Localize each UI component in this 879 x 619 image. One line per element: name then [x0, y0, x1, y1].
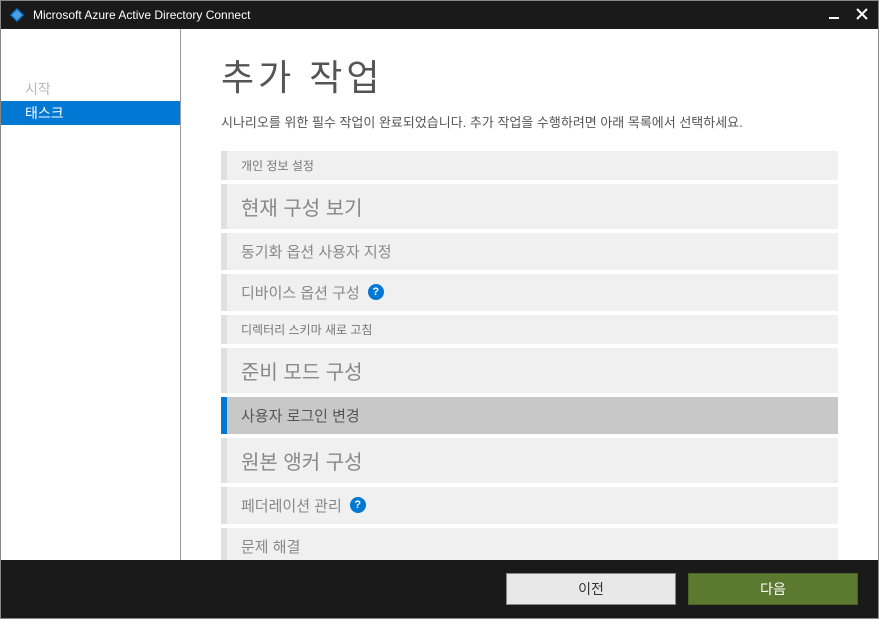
- content-area: 시작 태스크 추가 작업 시나리오를 위한 필수 작업이 완료되었습니다. 추가…: [1, 29, 878, 560]
- page-subtitle: 시나리오를 위한 필수 작업이 완료되었습니다. 추가 작업을 수행하려면 아래…: [221, 113, 838, 133]
- window-controls: [826, 7, 870, 23]
- titlebar: Microsoft Azure Active Directory Connect: [1, 1, 878, 29]
- task-label: 사용자 로그인 변경: [241, 405, 360, 426]
- task-refresh-schema[interactable]: 디렉터리 스키마 새로 고침: [221, 315, 838, 344]
- task-label: 문제 해결: [241, 536, 300, 557]
- close-button[interactable]: [854, 7, 870, 23]
- task-label: 동기화 옵션 사용자 지정: [241, 241, 392, 262]
- minimize-button[interactable]: [826, 7, 842, 23]
- sidebar: 시작 태스크: [1, 29, 181, 560]
- task-label: 디렉터리 스키마 새로 고침: [241, 321, 372, 338]
- task-source-anchor[interactable]: 원본 앵커 구성: [221, 438, 838, 483]
- page-title: 추가 작업: [221, 49, 838, 101]
- task-staging-mode[interactable]: 준비 모드 구성: [221, 348, 838, 393]
- task-label: 현재 구성 보기: [241, 192, 363, 221]
- task-device-options[interactable]: 디바이스 옵션 구성 ?: [221, 274, 838, 311]
- task-privacy-settings[interactable]: 개인 정보 설정: [221, 151, 838, 180]
- task-change-signin[interactable]: 사용자 로그인 변경: [221, 397, 838, 434]
- app-icon: [9, 7, 25, 23]
- task-federation[interactable]: 페더레이션 관리 ?: [221, 487, 838, 524]
- sidebar-item-label: 시작: [25, 81, 51, 97]
- task-label: 준비 모드 구성: [241, 356, 363, 385]
- window-title: Microsoft Azure Active Directory Connect: [33, 8, 826, 22]
- task-list: 개인 정보 설정 현재 구성 보기 동기화 옵션 사용자 지정 디바이스 옵션 …: [221, 151, 838, 561]
- app-window: Microsoft Azure Active Directory Connect…: [0, 0, 879, 619]
- task-label: 원본 앵커 구성: [241, 446, 363, 475]
- task-label: 개인 정보 설정: [241, 157, 314, 174]
- previous-button[interactable]: 이전: [506, 573, 676, 605]
- task-label: 페더레이션 관리: [241, 495, 342, 516]
- next-button[interactable]: 다음: [688, 573, 858, 605]
- sidebar-item-label: 태스크: [25, 105, 64, 121]
- task-label: 디바이스 옵션 구성: [241, 282, 360, 303]
- main-content: 추가 작업 시나리오를 위한 필수 작업이 완료되었습니다. 추가 작업을 수행…: [181, 29, 878, 560]
- sidebar-item-tasks[interactable]: 태스크: [1, 101, 180, 125]
- help-icon[interactable]: ?: [368, 284, 384, 300]
- task-customize-sync[interactable]: 동기화 옵션 사용자 지정: [221, 233, 838, 270]
- footer: 이전 다음: [1, 560, 878, 618]
- task-troubleshoot[interactable]: 문제 해결: [221, 528, 838, 561]
- help-icon[interactable]: ?: [350, 497, 366, 513]
- task-view-config[interactable]: 현재 구성 보기: [221, 184, 838, 229]
- sidebar-item-start[interactable]: 시작: [1, 77, 180, 101]
